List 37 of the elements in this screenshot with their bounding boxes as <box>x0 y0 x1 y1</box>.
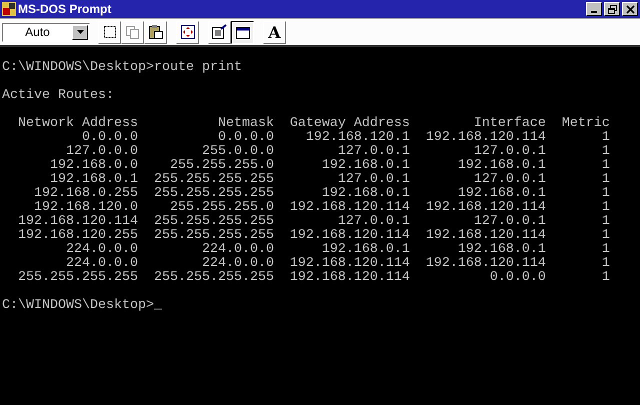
font-size-dropdown[interactable]: Auto <box>2 22 90 42</box>
close-button[interactable] <box>622 2 638 16</box>
background-button[interactable] <box>231 20 254 44</box>
mark-button[interactable] <box>98 20 121 44</box>
fullscreen-icon <box>180 24 196 40</box>
ms-dos-icon <box>2 2 16 16</box>
route-row-text: 192.168.0.0 255.255.255.0 192.168.0.1 192.168.0.1 1 <box>48 158 610 173</box>
minimize-button[interactable] <box>586 2 602 16</box>
route-row-text: 224.0.0.0 224.0.0.0 192.168.0.1 192.168.0.1 1 <box>64 242 610 257</box>
route-row-text: 192.168.120.114 255.255.255.255 127.0.0.1 127.0.0.1 1 <box>16 214 610 229</box>
route-row-text: 255.255.255.255 255.255.255.255 192.168.120.114 0.0.0.0 1 <box>16 270 610 285</box>
section-heading: Active Routes: <box>2 88 114 103</box>
paste-icon <box>148 24 164 40</box>
fullscreen-button[interactable] <box>176 20 199 44</box>
prompt: C:\WINDOWS\Desktop> <box>2 298 154 313</box>
route-row-text: 192.168.120.255 255.255.255.255 192.168.120.114 192.168.120.114 1 <box>16 228 610 243</box>
route-row-text: 192.168.120.0 255.255.255.0 192.168.120.114 192.168.120.114 1 <box>32 200 610 215</box>
route-row-text: 127.0.0.0 255.0.0.0 127.0.0.1 127.0.0.1 1 <box>64 144 610 159</box>
font-button[interactable]: A <box>263 20 286 44</box>
route-row-text: 224.0.0.0 224.0.0.0 192.168.120.114 192.168.120.114 1 <box>64 256 610 271</box>
cursor: _ <box>154 298 162 313</box>
selection-icon <box>102 25 116 39</box>
copy-icon <box>125 25 140 39</box>
restore-button[interactable] <box>604 2 620 16</box>
paste-button[interactable] <box>144 20 167 44</box>
command-line: C:\WINDOWS\Desktop>route print <box>2 60 242 75</box>
window-icon <box>234 24 250 40</box>
route-row-text: 192.168.0.1 255.255.255.255 127.0.0.1 127.0.0.1 1 <box>48 172 610 187</box>
properties-icon <box>211 24 228 40</box>
close-icon <box>626 4 634 14</box>
window-title: MS-DOS Prompt <box>18 2 112 16</box>
route-row-text: 192.168.0.255 255.255.255.255 192.168.0.1 192.168.0.1 1 <box>32 186 610 201</box>
table-header: Network Address Netmask Gateway Address Interface Metric <box>16 116 610 131</box>
properties-button[interactable] <box>208 20 231 44</box>
restore-icon <box>608 4 616 14</box>
caret-icon <box>76 30 84 34</box>
route-row-text: 0.0.0.0 0.0.0.0 192.168.120.1 192.168.120.114 1 <box>80 130 610 145</box>
